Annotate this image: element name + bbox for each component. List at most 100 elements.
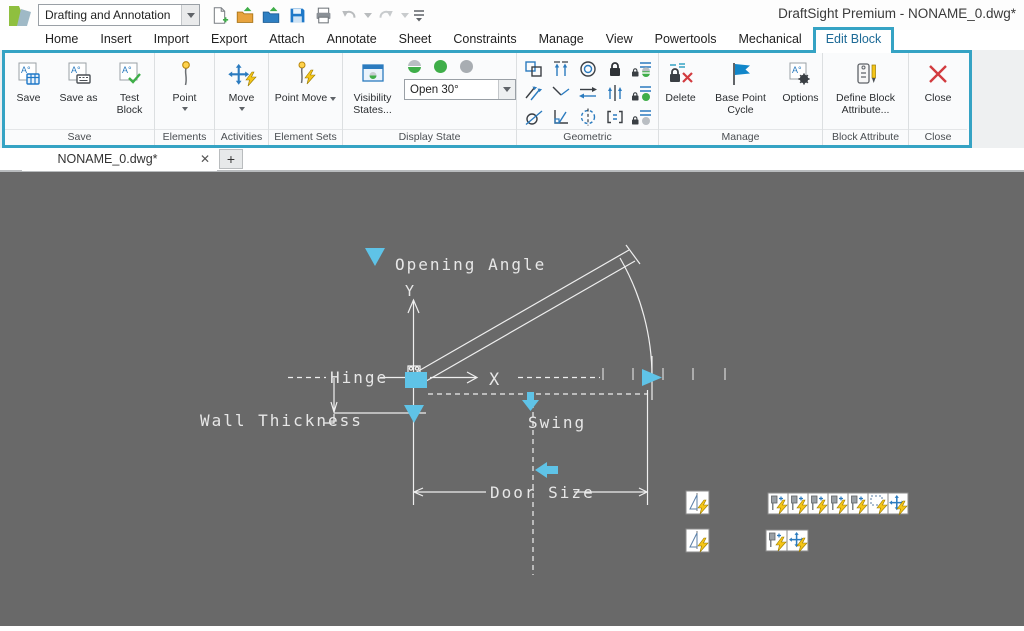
base-point-cycle-button[interactable]: Base Point Cycle [710,58,771,117]
constraint-fix-icon[interactable] [601,57,628,81]
constraint-coincident-icon[interactable] [520,57,547,81]
undo-button[interactable] [336,4,362,26]
move-activity-dropdown[interactable] [239,107,245,111]
edit-block-ribbon: A° Save A° Save as [2,50,972,148]
state-visible-toggle[interactable] [434,60,447,73]
block-editor-canvas[interactable]: Opening Angle Y X Hinge Wall Thickness S… [0,172,1024,626]
tab-sheet[interactable]: Sheet [388,29,443,50]
stretch-activity-icon[interactable] [868,493,888,514]
save-floppy-icon [288,6,307,25]
tab-attach[interactable]: Attach [258,29,315,50]
point-element-dropdown[interactable] [182,107,188,111]
group-label-close: Close [909,129,967,145]
toggle-coincident-constraints-icon[interactable] [628,57,655,81]
toggle-dimensional-constraints-icon[interactable] [628,81,655,105]
constraint-symmetric-icon[interactable] [601,81,628,105]
toggle-reference-constraints-icon[interactable] [628,105,655,129]
close-block-editor-button[interactable]: Close [913,58,963,104]
tab-import[interactable]: Import [143,29,200,50]
point-activity-icon[interactable] [808,493,828,514]
state-hidden-toggle[interactable] [460,60,473,73]
ribbon-group-close: Close Close [909,53,967,145]
new-file-button[interactable] [206,4,232,26]
document-tab-close-icon[interactable]: ✕ [193,152,217,166]
tab-home[interactable]: Home [34,29,89,50]
ribbon-tab-bar: Home Insert Import Export Attach Annotat… [0,29,1024,50]
tab-export[interactable]: Export [200,29,258,50]
document-tab[interactable]: NONAME_0.dwg* ✕ [22,147,217,171]
point-element-icon [173,58,197,90]
tab-annotate[interactable]: Annotate [316,29,388,50]
door-size-grip[interactable] [535,462,558,478]
move-activity-canvas-icon[interactable] [787,530,808,552]
swing-grip[interactable] [522,392,539,411]
axis-y-label: Y [405,282,414,300]
point-activity-icon[interactable] [788,493,808,514]
point-activity-icon[interactable] [766,530,787,551]
undo-dropdown[interactable] [362,13,373,18]
svg-text:A°: A° [122,65,132,75]
constraint-tangent-icon[interactable] [547,81,574,105]
customize-toolbar-button[interactable] [410,4,428,26]
door-end-cap [626,245,640,264]
chevron-down-icon[interactable] [498,80,515,99]
workspace-selector[interactable]: Drafting and Annotation [38,4,200,26]
constraint-perpendicular-icon[interactable] [547,105,574,129]
tab-manage[interactable]: Manage [528,29,595,50]
tab-powertools[interactable]: Powertools [644,29,728,50]
import-file-button[interactable] [258,4,284,26]
hinge-grip[interactable] [405,372,427,388]
define-block-attribute-button[interactable]: Define Block Attribute... [825,58,907,117]
base-point-cycle-icon [729,58,753,90]
tab-insert[interactable]: Insert [89,29,142,50]
document-tab-label: NONAME_0.dwg* [22,152,193,166]
base-point-marker-dot [409,367,412,370]
tab-mechanical[interactable]: Mechanical [727,29,812,50]
ribbon-group-save: A° Save A° Save as [5,53,155,145]
point-activity-icon[interactable] [848,493,868,514]
constraint-parallel-icon[interactable] [520,81,547,105]
display-state-select[interactable]: Open 30° [404,79,516,100]
point-element-button[interactable]: Point [159,58,211,111]
constraint-concentric-icon[interactable] [574,57,601,81]
wall-thickness-grip[interactable] [404,405,424,423]
tab-constraints[interactable]: Constraints [442,29,527,50]
window-title: DraftSight Premium - NONAME_0.dwg* [778,6,1016,21]
move-activity-button[interactable]: Move [218,58,266,111]
door-size-label: Door Size [490,483,595,502]
point-move-dropdown[interactable] [330,97,336,101]
constraint-smooth-icon[interactable] [574,81,601,105]
chevron-down-icon[interactable] [181,5,199,25]
constraint-concentric-alt-icon[interactable] [574,105,601,129]
test-block-button[interactable]: A° Test Block [108,58,152,117]
save-file-button[interactable] [284,4,310,26]
group-label-elements: Elements [155,129,214,145]
constraint-tangent-alt-icon[interactable] [520,105,547,129]
delete-constraints-button[interactable]: Delete [659,58,702,104]
tab-edit-block[interactable]: Edit Block [813,27,895,53]
constraint-vertical-icon[interactable] [547,57,574,81]
options-button[interactable]: A° Options [779,58,822,104]
point-move-button[interactable]: Point Move [271,58,341,104]
tab-view[interactable]: View [595,29,644,50]
flip-activity-icon[interactable] [686,529,709,552]
point-activity-icon[interactable] [828,493,848,514]
redo-dropdown[interactable] [399,13,410,18]
constraint-equal-icon[interactable] [601,105,628,129]
flip-activity-icon[interactable] [686,491,709,514]
point-activity-icon[interactable] [768,493,788,514]
ribbon-group-block-attribute: Define Block Attribute... Block Attribut… [823,53,909,145]
opening-angle-grip[interactable] [365,248,385,266]
save-block-as-button[interactable]: A° Save as [56,58,102,104]
ribbon-group-geometric: Geometric [517,53,659,145]
redo-button[interactable] [373,4,399,26]
move-activity-canvas-icon[interactable] [888,493,908,515]
visibility-states-icon [360,58,386,90]
visibility-states-button[interactable]: Visibility States... [349,58,396,117]
open-file-button[interactable] [232,4,258,26]
save-block-button[interactable]: A° Save [8,58,50,104]
new-document-tab-button[interactable]: + [219,149,243,169]
state-half-visible-toggle[interactable] [408,60,421,73]
print-button[interactable] [310,4,336,26]
printer-icon [314,6,333,25]
